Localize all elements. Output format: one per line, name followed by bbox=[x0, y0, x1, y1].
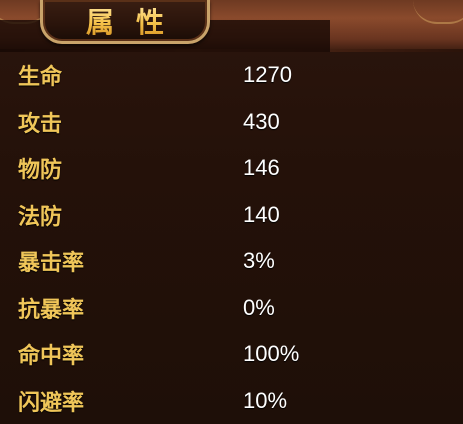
attribute-label: 命中率 bbox=[18, 344, 85, 370]
attribute-value: 1270 bbox=[243, 62, 292, 88]
attribute-value: 0% bbox=[243, 294, 275, 320]
attribute-label: 闪避率 bbox=[18, 390, 85, 416]
attribute-row-hp: 生命 1270 bbox=[0, 52, 463, 99]
attribute-row-crit-rate: 暴击率 3% bbox=[0, 238, 463, 285]
attribute-row-dodge-rate: 闪避率 10% bbox=[0, 378, 463, 424]
attribute-label: 法防 bbox=[18, 204, 63, 230]
attribute-row-attack: 攻击 430 bbox=[0, 99, 463, 146]
attribute-value: 10% bbox=[243, 387, 288, 413]
title-plaque: 属性 bbox=[40, 0, 210, 44]
attribute-value: 3% bbox=[243, 248, 275, 274]
attribute-row-physical-defense: 物防 146 bbox=[0, 145, 463, 192]
attribute-row-hit-rate: 命中率 100% bbox=[0, 331, 463, 378]
panel-title: 属性 bbox=[64, 1, 186, 41]
attribute-label: 抗暴率 bbox=[18, 297, 85, 323]
attribute-row-magic-defense: 法防 140 bbox=[0, 192, 463, 239]
attribute-label: 物防 bbox=[18, 158, 63, 184]
attribute-list: 生命 1270 攻击 430 物防 146 法防 140 暴击率 3% 抗暴率 … bbox=[0, 52, 463, 424]
attribute-value: 100% bbox=[243, 341, 300, 367]
attribute-panel: 属性 生命 1270 攻击 430 物防 146 法防 140 暴击率 3% 抗… bbox=[0, 0, 463, 424]
attribute-row-crit-resist: 抗暴率 0% bbox=[0, 285, 463, 332]
attribute-value: 146 bbox=[243, 155, 280, 181]
attribute-value: 140 bbox=[243, 201, 280, 227]
attribute-label: 生命 bbox=[18, 65, 63, 91]
attribute-label: 攻击 bbox=[18, 111, 63, 137]
attribute-value: 430 bbox=[243, 108, 280, 134]
attribute-label: 暴击率 bbox=[18, 251, 85, 277]
right-ornament bbox=[413, 0, 463, 24]
